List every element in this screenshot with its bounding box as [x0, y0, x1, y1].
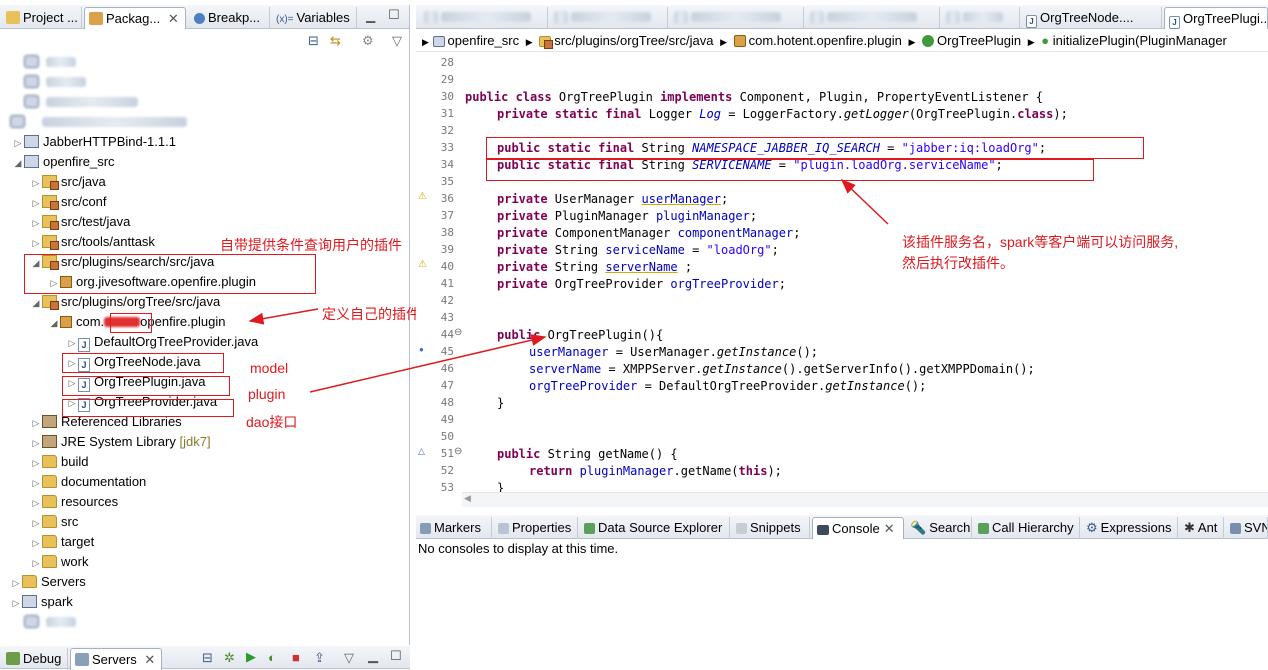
bottom-view-tabbar: Markers Properties Data Source Explorer … [416, 515, 1268, 539]
tab-data-source-explorer[interactable]: Data Source Explorer [580, 517, 730, 539]
tab-search[interactable]: 🔦 Search [906, 517, 972, 539]
annotation-arrows [248, 178, 889, 393]
tab-call-hierarchy[interactable]: Call Hierarchy [974, 517, 1080, 539]
console-message: No consoles to display at this time. [418, 541, 619, 556]
tab-markers[interactable]: Markers [416, 517, 492, 539]
tab-label: Markers [434, 520, 481, 535]
tab-label: Call Hierarchy [992, 520, 1074, 535]
snippets-icon [736, 523, 747, 534]
expressions-icon: ⚙ [1086, 520, 1098, 535]
tab-label: Search [929, 520, 971, 535]
arrow-to-servicename [840, 178, 889, 225]
tab-snippets[interactable]: Snippets [732, 517, 810, 539]
svn-icon [1230, 523, 1241, 534]
tab-label: Console [832, 521, 880, 536]
tab-console[interactable]: Console ✕ [812, 517, 904, 539]
tab-label: Expressions [1100, 520, 1172, 535]
properties-icon [498, 523, 509, 534]
ant-icon: ✱ [1184, 520, 1195, 535]
arrow-to-package [248, 308, 319, 325]
tab-expressions[interactable]: ⚙ Expressions [1082, 517, 1178, 539]
console-icon [817, 525, 829, 535]
tab-label: Properties [512, 520, 572, 535]
markers-icon [420, 523, 431, 534]
arrow-to-constructor [309, 334, 547, 393]
tab-ant[interactable]: ✱ Ant [1180, 517, 1224, 539]
database-icon [584, 523, 595, 534]
tab-label: SVN [1244, 520, 1267, 535]
tab-svn[interactable]: SVN [1226, 517, 1268, 539]
hierarchy-icon [978, 523, 989, 534]
tab-properties[interactable]: Properties [494, 517, 578, 539]
tab-label: Data Source Explorer [598, 520, 723, 535]
tab-label: Ant [1197, 520, 1218, 535]
flashlight-icon: 🔦 [910, 520, 927, 535]
tab-label: Snippets [750, 520, 801, 535]
close-icon[interactable]: ✕ [884, 521, 895, 536]
